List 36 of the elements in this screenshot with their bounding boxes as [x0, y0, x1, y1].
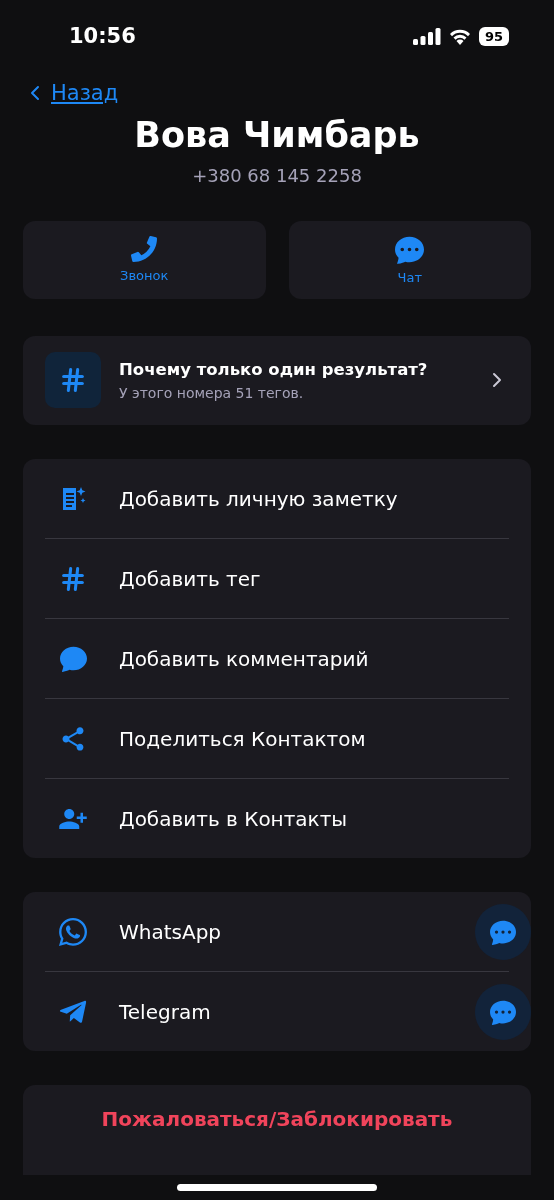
hash-icon: [59, 564, 87, 593]
menu-item[interactable]: Добавить тег: [23, 539, 531, 618]
menu-item[interactable]: Добавить комментарий: [23, 619, 531, 698]
chat-button[interactable]: Чат: [288, 221, 531, 299]
call-button[interactable]: Звонок: [23, 221, 266, 299]
menu-item[interactable]: Поделиться Контактом: [23, 699, 531, 778]
info-title: Почему только один результат?: [119, 360, 429, 379]
messenger-label: Telegram: [119, 999, 212, 1024]
report-button[interactable]: Пожаловаться/Заблокировать: [23, 1085, 531, 1175]
messenger-label: WhatsApp: [119, 919, 223, 944]
menu-label: Добавить в Контакты: [119, 806, 349, 831]
menu-item[interactable]: Добавить в Контакты: [23, 779, 531, 858]
info-card[interactable]: Почему только один результат? У этого номера 51 тегов.: [23, 336, 531, 425]
back-link[interactable]: Назад: [23, 81, 119, 105]
whatsapp-icon: [57, 915, 89, 948]
wifi-icon: [447, 27, 472, 46]
speech-bubble-icon: [59, 645, 87, 672]
info-subtitle: У этого номера 51 тегов.: [119, 385, 305, 401]
back-label: Назад: [51, 81, 119, 105]
chat-icon: [490, 918, 516, 945]
hash-icon: [59, 366, 87, 395]
messenger-item[interactable]: Telegram: [23, 972, 531, 1051]
menu-label: Добавить комментарий: [119, 646, 370, 671]
signal-icon: [412, 27, 441, 46]
status-time: 10:56: [69, 24, 136, 49]
phone-number: +380 68 145 2258: [192, 165, 362, 186]
menu-label: Добавить личную заметку: [119, 486, 399, 511]
chat-icon: [395, 235, 425, 264]
messenger-item[interactable]: WhatsApp: [23, 892, 531, 971]
menu-label: Добавить тег: [119, 566, 262, 591]
menu-label: Поделиться Контактом: [119, 726, 367, 751]
chat-icon: [490, 998, 516, 1025]
battery-level: 95: [478, 27, 509, 46]
contact-name: Вова Чимбарь: [134, 115, 420, 155]
menu-item[interactable]: Добавить личную заметку: [23, 459, 531, 538]
phone-icon: [131, 236, 158, 263]
